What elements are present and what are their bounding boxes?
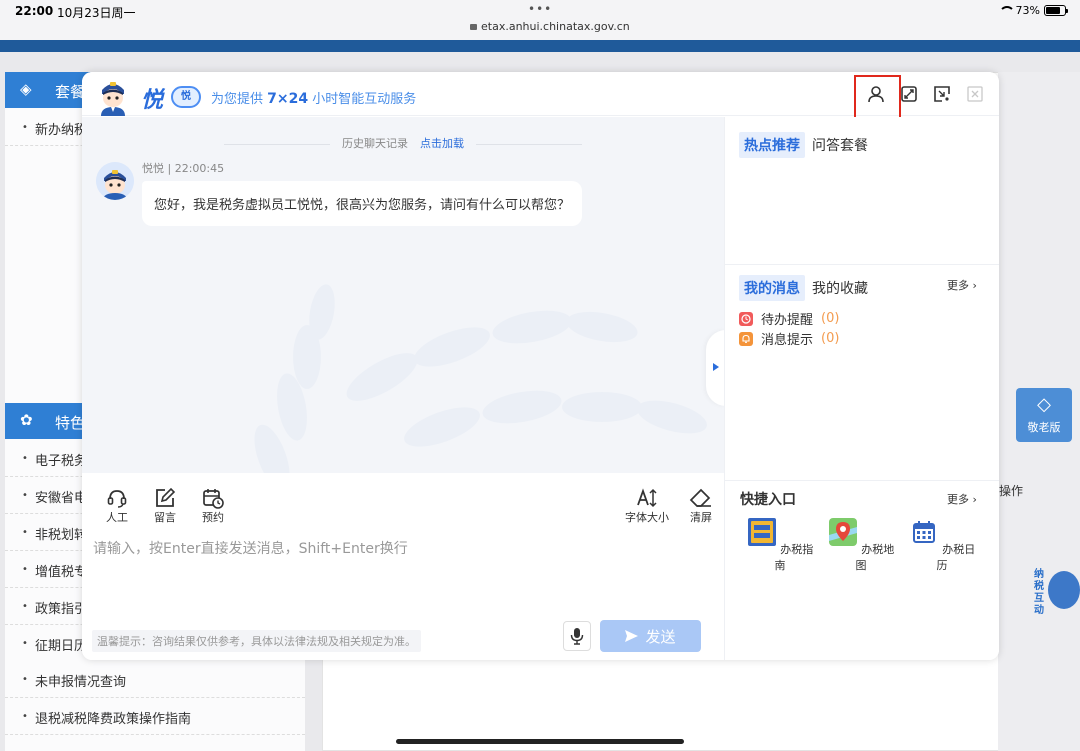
user-profile-button[interactable] — [866, 84, 886, 104]
elder-mode-button[interactable]: ◇ 敬老版 — [1016, 388, 1072, 442]
bot-message-bubble: 您好，我是税务虚拟员工悦悦，很高兴为您服务，请问有什么可以帮您？ — [142, 181, 583, 226]
status-indicators: 73% — [998, 4, 1068, 17]
close-icon — [967, 86, 983, 102]
tab-hot-recommend[interactable]: 热点推荐 — [739, 132, 805, 158]
user-icon — [868, 86, 884, 103]
close-button[interactable] — [965, 84, 985, 104]
bg-list-item[interactable]: • 未申报情况查询 — [5, 661, 305, 698]
leave-message-button[interactable]: 留言 — [145, 487, 185, 525]
panel-divider — [725, 480, 999, 481]
url-text: etax.anhui.chinatax.gov.cn — [481, 20, 630, 33]
message-notice-item[interactable]: 消息提示 (0) — [739, 329, 839, 348]
tab-my-messages[interactable]: 我的消息 — [739, 275, 805, 301]
quick-tax-guide[interactable]: 办税指南 — [745, 517, 815, 573]
chat-history-area[interactable]: 历史聊天记录 点击加载 悦悦 | 22:00:45 您好，我是税务虚拟员工悦悦，很… — [82, 117, 724, 473]
status-time: 22:00 — [15, 4, 54, 18]
bg-section-title: 套餐 — [55, 83, 86, 101]
eraser-icon — [689, 488, 711, 507]
site-header — [0, 40, 1080, 52]
load-history-link[interactable]: 点击加载 — [420, 137, 464, 150]
chat-dialog: 悦 悦 为您提供 7×24 小时智能互动服务 历史聊天记录 点击加载 悦悦 | … — [82, 72, 999, 660]
panel-divider — [725, 264, 999, 265]
handshake-icon: ◇ — [1037, 394, 1051, 415]
tax-guide-icon — [747, 518, 776, 546]
minimize-button[interactable] — [932, 84, 952, 104]
mascot-icon — [1048, 571, 1080, 609]
grid-icon: ✿ — [20, 411, 33, 429]
send-icon — [625, 630, 639, 642]
mascot-avatar-icon — [101, 82, 125, 116]
font-size-icon — [637, 488, 657, 508]
collapse-panel-toggle[interactable] — [706, 330, 726, 406]
bg-section-title: 特色 — [55, 414, 86, 432]
chat-toolbar: 人工 留言 预约 字体大小 清屏 — [82, 473, 724, 529]
dialog-header: 悦 悦 为您提供 7×24 小时智能互动服务 — [82, 72, 999, 122]
calendar-icon — [912, 521, 935, 543]
slogan: 为您提供 7×24 小时智能互动服务 — [211, 91, 417, 107]
calendar-clock-icon — [203, 489, 224, 509]
bg-operation-text: 操作 — [999, 484, 1024, 498]
clear-screen-button[interactable]: 清屏 — [681, 487, 721, 525]
map-pin-icon — [828, 518, 857, 546]
quick-access-title: 快捷入口 — [740, 492, 796, 508]
right-info-panel: 热点推荐 问答套餐 我的消息 我的收藏 更多 › 待办提醒 (0) 消息提示 (… — [724, 117, 999, 660]
status-date: 10月23日周一 — [57, 6, 136, 20]
battery-icon — [1044, 5, 1068, 16]
minimize-icon — [934, 86, 950, 102]
more-messages-link[interactable]: 更多 › — [947, 277, 977, 293]
disclaimer-tip: 温馨提示：咨询结果仅供参考，具体以法律法规及相关规定为准。 — [92, 630, 421, 652]
voice-input-button[interactable] — [563, 621, 591, 651]
battery-percent: 73% — [1015, 4, 1040, 17]
expand-button[interactable] — [899, 84, 919, 104]
brand-badge: 悦 — [171, 86, 201, 108]
home-indicator[interactable] — [396, 739, 684, 744]
address-bar[interactable]: etax.anhui.chinatax.gov.cn — [470, 20, 630, 33]
clock-icon — [739, 311, 753, 326]
microphone-icon — [570, 628, 584, 645]
history-bar: 历史聊天记录 点击加载 — [82, 135, 724, 151]
status-bar: 22:00 10月23日周一 ••• etax.anhui.chinatax.g… — [0, 0, 1080, 40]
send-button[interactable]: 发送 — [600, 620, 701, 652]
message-input[interactable] — [93, 538, 713, 598]
message-meta: 悦悦 | 22:00:45 — [142, 162, 225, 175]
wifi-icon — [998, 5, 1015, 16]
layers-icon: ◈ — [20, 80, 32, 98]
side-mascot-text: 纳税互动 — [1034, 569, 1044, 616]
expand-icon — [901, 86, 917, 102]
headset-icon — [107, 490, 127, 508]
edit-icon — [156, 487, 176, 507]
tab-my-favorites[interactable]: 我的收藏 — [812, 278, 868, 298]
history-label: 历史聊天记录 — [342, 137, 408, 150]
side-mascot-button[interactable]: 纳税互动 — [1034, 565, 1080, 616]
bell-icon — [739, 331, 753, 346]
bot-avatar-icon — [96, 162, 134, 200]
quick-tax-map[interactable]: 办税地图 — [826, 517, 896, 573]
wheat-watermark-icon — [254, 284, 707, 473]
font-size-button[interactable]: 字体大小 — [624, 487, 670, 525]
tab-overview-dots[interactable]: ••• — [528, 2, 552, 16]
tab-qa-package[interactable]: 问答套餐 — [812, 135, 868, 155]
human-agent-button[interactable]: 人工 — [97, 487, 137, 525]
todo-reminder-item[interactable]: 待办提醒 (0) — [739, 309, 839, 328]
more-quick-link[interactable]: 更多 › — [947, 491, 977, 507]
quick-tax-calendar[interactable]: 办税日历 — [907, 517, 977, 573]
bg-list-item[interactable]: • 退税减税降费政策操作指南 — [5, 698, 305, 735]
brand-name: 悦 — [141, 88, 164, 113]
lock-icon — [470, 24, 477, 30]
appointment-button[interactable]: 预约 — [193, 487, 233, 525]
message-composer: 温馨提示：咨询结果仅供参考，具体以法律法规及相关规定为准。 发送 — [82, 532, 724, 660]
